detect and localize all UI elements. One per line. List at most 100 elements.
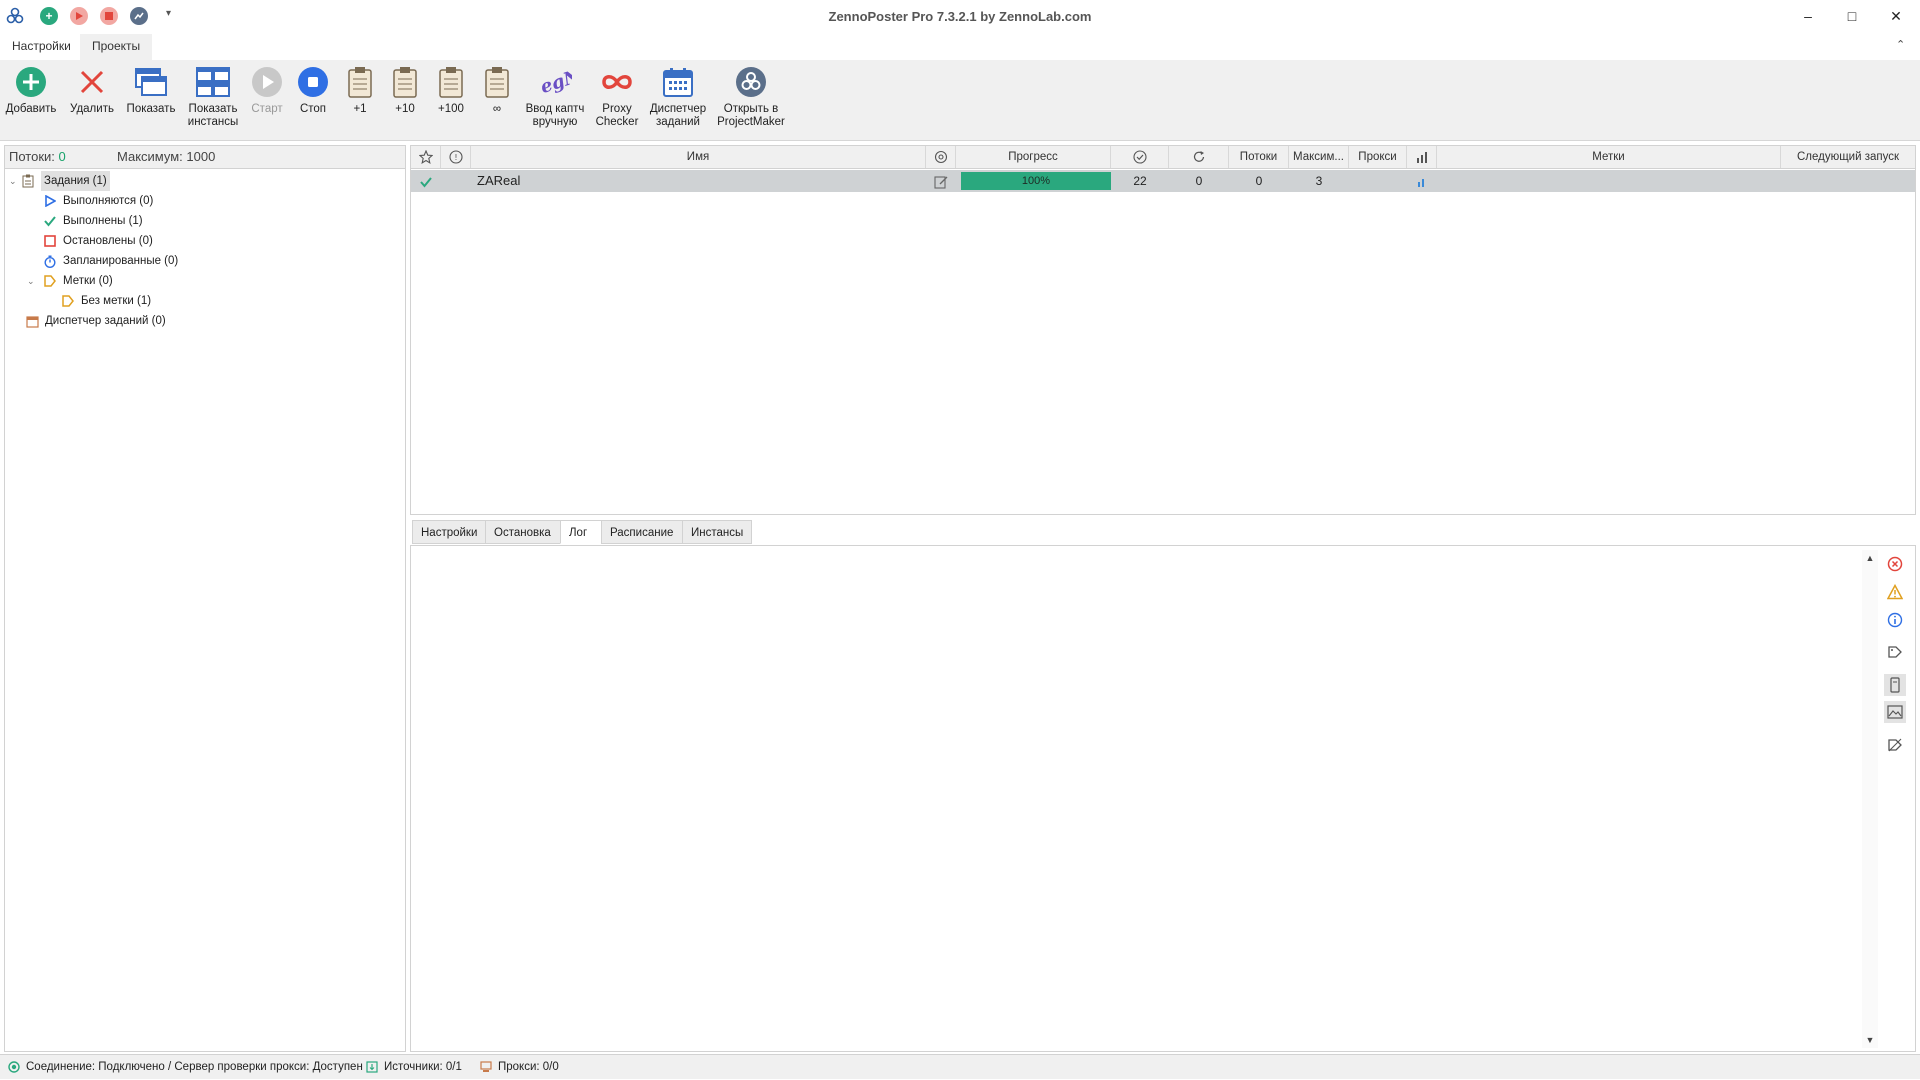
threads-label: Потоки: xyxy=(9,149,55,164)
proxy-checker-button[interactable]: Proxy Checker xyxy=(586,64,648,129)
proxy-value xyxy=(1349,170,1407,192)
tree-item-label: Запланированные (0) xyxy=(63,255,179,267)
gear-icon xyxy=(934,150,948,164)
captcha-icon: egN xyxy=(537,64,573,100)
max-column-header[interactable]: Максим... xyxy=(1289,146,1349,168)
toolbar: Добавить Удалить Показать Показать инстан… xyxy=(0,60,1920,141)
play-outline-icon xyxy=(43,194,57,208)
ribbon-tab-settings[interactable]: Настройки xyxy=(0,34,83,60)
tree-item-scheduled[interactable]: Запланированные (0) xyxy=(43,251,178,271)
log-panel[interactable] xyxy=(410,545,1916,1052)
next-run-column-header[interactable]: Следующий запуск xyxy=(1781,146,1915,168)
captcha-button[interactable]: egN Ввод каптч вручную xyxy=(524,64,586,129)
edit-settings-icon[interactable] xyxy=(926,170,956,192)
clipboard-icon xyxy=(479,64,515,100)
calendar-icon xyxy=(660,64,696,100)
stats-column-header[interactable] xyxy=(1407,146,1437,168)
proxies-status[interactable]: Прокси: 0/0 xyxy=(480,1059,559,1075)
name-column-header[interactable]: Имя xyxy=(471,146,926,168)
task-manager-button[interactable]: Диспетчер заданий xyxy=(647,64,709,129)
tree-item-label: Задания (1) xyxy=(41,171,110,191)
priority-column-header[interactable]: ! xyxy=(441,146,471,168)
check-icon xyxy=(43,214,57,228)
grid-header: ! Имя Прогресс Потоки Максим... Прокси М… xyxy=(411,146,1915,169)
tab-settings[interactable]: Настройки xyxy=(412,520,486,544)
success-column-header[interactable] xyxy=(1111,146,1169,168)
scroll-down-icon[interactable]: ▼ xyxy=(1862,1032,1878,1048)
tree-item-running[interactable]: Выполняются (0) xyxy=(43,191,153,211)
tab-instances[interactable]: Инстансы xyxy=(682,520,752,544)
tree-item-completed[interactable]: Выполнены (1) xyxy=(43,211,143,231)
tab-schedule[interactable]: Расписание xyxy=(601,520,683,544)
ribbon-tab-projects[interactable]: Проекты xyxy=(80,34,153,60)
sources-text: Источники: 0/1 xyxy=(384,1061,462,1073)
clipboard-icon xyxy=(433,64,469,100)
proxy-column-header[interactable]: Прокси xyxy=(1349,146,1407,168)
minimize-button[interactable]: – xyxy=(1786,0,1830,32)
refresh-icon xyxy=(1192,150,1206,163)
collapse-chevron-icon[interactable]: ⌄ xyxy=(9,171,21,191)
add-icon xyxy=(13,64,49,100)
captcha-label: Ввод каптч вручную xyxy=(525,103,585,128)
tree-item-label: Диспетчер заданий (0) xyxy=(45,315,166,327)
collapse-ribbon-icon[interactable]: ⌃ xyxy=(1896,38,1905,51)
add-button[interactable]: Добавить xyxy=(0,64,62,116)
device-filter-icon[interactable] xyxy=(1884,674,1906,696)
svg-text:egN: egN xyxy=(538,67,572,97)
tree-item-tasks[interactable]: ⌄ Задания (1) xyxy=(9,171,110,191)
tree-item-task-manager[interactable]: Диспетчер заданий (0) xyxy=(25,311,166,331)
open-projectmaker-button[interactable]: Открыть в ProjectMaker xyxy=(710,64,792,129)
star-icon xyxy=(418,149,433,164)
log-scrollbar[interactable]: ▲ ▼ xyxy=(1862,550,1878,1048)
projectmaker-icon xyxy=(733,64,769,100)
tab-log[interactable]: Лог xyxy=(560,520,602,544)
ribbon-tabs: Настройки Проекты ⌃ xyxy=(0,34,1920,60)
add-label: Добавить xyxy=(5,103,57,115)
progress-column-header[interactable]: Прогресс xyxy=(956,146,1111,168)
clipboard-icon xyxy=(21,174,35,188)
title-bar: + ▾ ZennoPoster Pro 7.3.2.1 by ZennoLab.… xyxy=(0,0,1920,32)
image-filter-icon[interactable] xyxy=(1884,701,1906,723)
error-filter-icon[interactable] xyxy=(1884,553,1906,575)
collapse-chevron-icon[interactable]: ⌄ xyxy=(27,271,43,291)
info-filter-icon[interactable] xyxy=(1884,609,1906,631)
show-instances-button[interactable]: Показать инстансы xyxy=(182,64,244,129)
maximize-button[interactable]: □ xyxy=(1830,0,1874,32)
show-button[interactable]: Показать xyxy=(120,64,182,116)
tags-column-header[interactable]: Метки xyxy=(1437,146,1781,168)
stats-icon[interactable] xyxy=(1407,170,1437,192)
favorite-column-header[interactable] xyxy=(411,146,441,168)
check-icon xyxy=(411,170,441,192)
close-button[interactable]: ✕ xyxy=(1874,0,1918,32)
delete-button[interactable]: Удалить xyxy=(61,64,123,116)
infinite-button[interactable]: ∞ xyxy=(466,64,528,116)
threads-summary: Потоки: 0 Максимум: 1000 xyxy=(5,146,405,169)
scroll-up-icon[interactable]: ▲ xyxy=(1862,550,1878,566)
clear-tags-icon[interactable] xyxy=(1884,734,1906,756)
tab-stop[interactable]: Остановка xyxy=(485,520,561,544)
threads-column-header[interactable]: Потоки xyxy=(1229,146,1289,168)
warning-filter-icon[interactable] xyxy=(1884,581,1906,603)
tree-item-label: Остановлены (0) xyxy=(63,235,153,247)
settings-column-header[interactable] xyxy=(926,146,956,168)
calendar-icon xyxy=(25,314,39,328)
tree-item-label: Метки (0) xyxy=(63,275,113,287)
max-threads-label: Максимум: xyxy=(117,149,183,164)
window-icon xyxy=(133,64,169,100)
svg-text:!: ! xyxy=(454,153,457,162)
show-instances-label: Показать инстансы xyxy=(187,103,239,128)
tree-item-stopped[interactable]: Остановлены (0) xyxy=(43,231,153,251)
tree-item-tags[interactable]: ⌄ Метки (0) xyxy=(27,271,113,291)
tree-item-no-tag[interactable]: Без метки (1) xyxy=(61,291,151,311)
sources-status[interactable]: Источники: 0/1 xyxy=(366,1059,462,1075)
retries-column-header[interactable] xyxy=(1169,146,1229,168)
delete-icon xyxy=(74,64,110,100)
instances-icon xyxy=(195,64,231,100)
table-row[interactable]: ZAReal 100% 22 0 0 3 xyxy=(411,170,1915,192)
tags-filter-icon[interactable] xyxy=(1884,641,1906,663)
delete-label: Удалить xyxy=(70,103,114,115)
open-projectmaker-label: Открыть в ProjectMaker xyxy=(717,103,785,128)
clipboard-icon xyxy=(342,64,378,100)
tasks-grid: ! Имя Прогресс Потоки Максим... Прокси М… xyxy=(410,145,1916,515)
retries-count: 0 xyxy=(1195,174,1203,188)
